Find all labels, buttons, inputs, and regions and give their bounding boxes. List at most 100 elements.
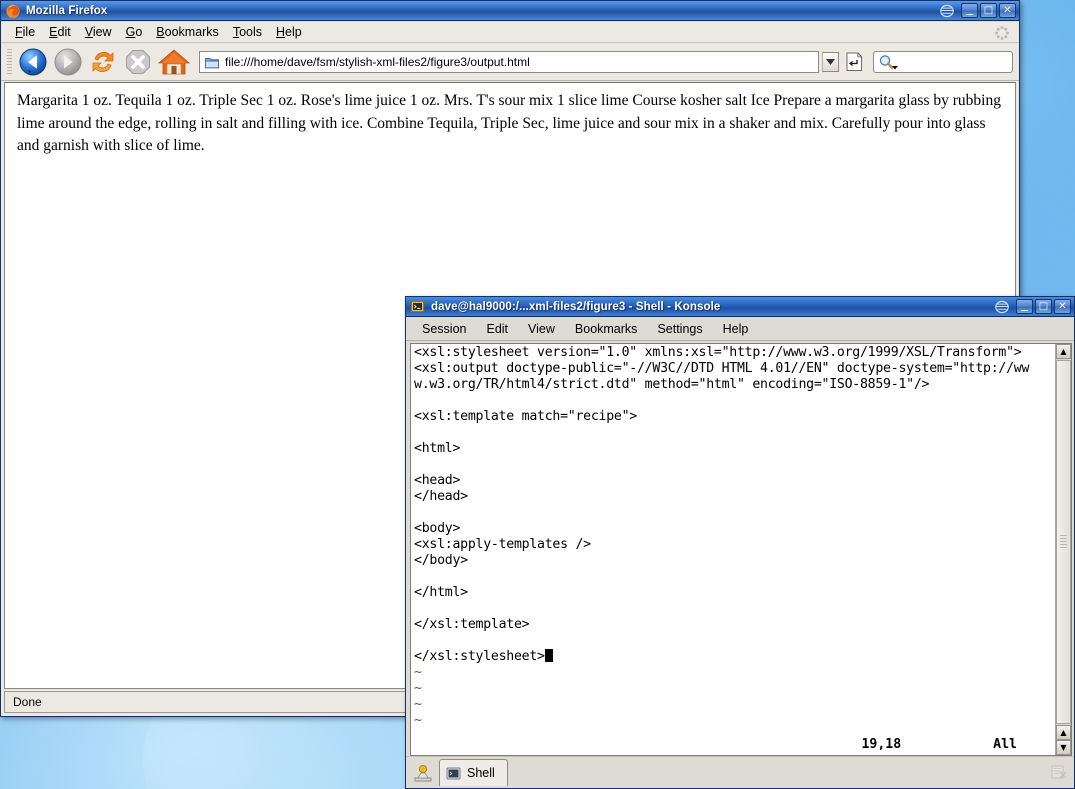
window-shade-icon[interactable] (939, 3, 955, 18)
konsole-menu-view[interactable]: View (518, 320, 565, 338)
firefox-titlebar[interactable]: Mozilla Firefox _ □ ✕ (1, 1, 1019, 21)
terminal-line: </head> (414, 489, 468, 504)
firefox-menubar[interactable]: File Edit View Go Bookmarks Tools Help (1, 22, 1019, 43)
konsole-close-button[interactable]: ✕ (1054, 299, 1071, 314)
konsole-window[interactable]: dave@hal9000:/...xml-files2/figure3 - Sh… (405, 296, 1075, 789)
konsole-titlebar[interactable]: dave@hal9000:/...xml-files2/figure3 - Sh… (406, 297, 1074, 317)
maximize-icon: □ (983, 5, 994, 16)
minimize-icon: _ (966, 1, 973, 16)
konsole-scrollbar[interactable]: ▲ ▲ ▼ (1055, 344, 1071, 755)
menu-edit[interactable]: Edit (42, 24, 78, 41)
konsole-icon (411, 300, 424, 312)
konsole-tabbar[interactable]: Shell (406, 756, 1074, 788)
firefox-maximize-button[interactable]: □ (980, 3, 997, 18)
stop-icon (126, 49, 150, 74)
terminal-line: <xsl:template match="recipe"> (414, 409, 637, 424)
konsole-menu-settings[interactable]: Settings (647, 320, 712, 338)
terminal-line: <body> (414, 521, 461, 536)
terminal-line: <xsl:apply-templates /> (414, 537, 591, 552)
maximize-icon: □ (1038, 301, 1049, 312)
search-bar[interactable] (873, 50, 1013, 73)
terminal-line: </xsl:template> (414, 617, 530, 632)
menu-view[interactable]: View (78, 24, 119, 41)
home-icon[interactable] (156, 45, 192, 79)
terminal-line: <head> (414, 473, 461, 488)
scrollbar-thumb[interactable] (1056, 360, 1071, 724)
toolbar-grip[interactable] (7, 48, 12, 75)
recipe-text: Margarita 1 oz. Tequila 1 oz. Triple Sec… (17, 92, 1001, 155)
folder-icon (205, 57, 219, 68)
close-tab-icon (1051, 765, 1067, 779)
menu-bookmarks[interactable]: Bookmarks (149, 24, 226, 41)
search-magnifier-icon[interactable] (877, 54, 899, 70)
firefox-title-text: Mozilla Firefox (26, 4, 108, 17)
konsole-minimize-button[interactable]: _ (1016, 297, 1033, 314)
scroll-up-arrow-icon[interactable]: ▲ (1056, 344, 1071, 359)
firefox-close-button[interactable]: ✕ (999, 3, 1016, 18)
scroll-up-arrow-icon-bottom[interactable]: ▲ (1056, 725, 1071, 740)
terminal-line: <html> (414, 441, 461, 456)
close-tab-button (1048, 761, 1070, 783)
konsole-body: Session Edit View Bookmarks Settings Hel… (406, 318, 1074, 788)
vi-empty-line-marker: ~ (414, 681, 422, 696)
firefox-window-buttons[interactable]: _ □ ✕ (961, 1, 1017, 18)
terminal-line: <xsl:stylesheet version="1.0" xmlns:xsl=… (414, 345, 1022, 360)
reload-icon[interactable] (86, 45, 120, 79)
terminal-cursor (544, 649, 553, 662)
terminal-line: </html> (414, 585, 468, 600)
scroll-down-arrow-icon[interactable]: ▼ (1056, 740, 1071, 755)
menu-file[interactable]: File (8, 24, 42, 41)
konsole-window-buttons[interactable]: _ □ ✕ (1016, 297, 1072, 314)
vi-empty-line-marker: ~ (414, 697, 422, 712)
url-bar[interactable]: file:///home/dave/fsm/stylish-xml-files2… (199, 50, 819, 73)
throbber-idle-icon (995, 26, 1009, 40)
konsole-title-text: dave@hal9000:/...xml-files2/figure3 - Sh… (431, 300, 721, 313)
close-icon: ✕ (1058, 301, 1067, 312)
terminal-line: <xsl:output doctype-public="-//W3C//DTD … (414, 361, 1030, 376)
menu-go[interactable]: Go (119, 24, 150, 41)
url-text[interactable]: file:///home/dave/fsm/stylish-xml-files2… (225, 55, 818, 69)
go-icon[interactable] (844, 51, 864, 73)
new-session-icon (414, 764, 432, 782)
firefox-navigation-toolbar[interactable]: file:///home/dave/fsm/stylish-xml-files2… (1, 43, 1019, 81)
close-icon: ✕ (1003, 5, 1012, 16)
vi-empty-line-marker: ~ (414, 713, 422, 728)
status-text: Done (13, 695, 42, 709)
konsole-terminal[interactable]: <xsl:stylesheet version="1.0" xmlns:xsl=… (411, 344, 1055, 755)
vi-status-line: 19,18 All (411, 737, 1051, 753)
url-dropdown-button[interactable] (822, 51, 839, 72)
firefox-minimize-button[interactable]: _ (961, 1, 978, 18)
new-session-button[interactable] (410, 760, 436, 786)
konsole-maximize-button[interactable]: □ (1035, 299, 1052, 314)
back-arrow-icon[interactable] (16, 45, 50, 79)
konsole-menu-edit[interactable]: Edit (476, 320, 518, 338)
minimize-icon: _ (1021, 297, 1028, 312)
konsole-menubar[interactable]: Session Edit View Bookmarks Settings Hel… (406, 318, 1074, 341)
chevron-down-icon (826, 58, 835, 65)
forward-arrow-icon (54, 48, 82, 75)
konsole-tab-label: Shell (467, 766, 495, 780)
menu-help[interactable]: Help (269, 24, 309, 41)
window-shade-icon[interactable] (994, 299, 1010, 314)
vi-scroll-indicator: All (993, 737, 1017, 752)
vi-cursor-position: 19,18 (861, 737, 902, 752)
konsole-menu-session[interactable]: Session (412, 320, 476, 338)
terminal-cursor-line: </xsl:stylesheet> (414, 649, 1055, 665)
terminal-icon (446, 767, 461, 779)
konsole-terminal-wrapper: <xsl:stylesheet version="1.0" xmlns:xsl=… (410, 343, 1072, 756)
menu-tools[interactable]: Tools (226, 24, 269, 41)
konsole-menu-bookmarks[interactable]: Bookmarks (565, 320, 648, 338)
terminal-line: w.w3.org/TR/html4/strict.dtd" method="ht… (414, 377, 930, 392)
firefox-logo-icon (6, 4, 20, 18)
vi-empty-line-marker: ~ (414, 665, 422, 680)
konsole-menu-help[interactable]: Help (713, 320, 759, 338)
konsole-tab-shell[interactable]: Shell (439, 759, 508, 786)
terminal-line: </body> (414, 553, 468, 568)
